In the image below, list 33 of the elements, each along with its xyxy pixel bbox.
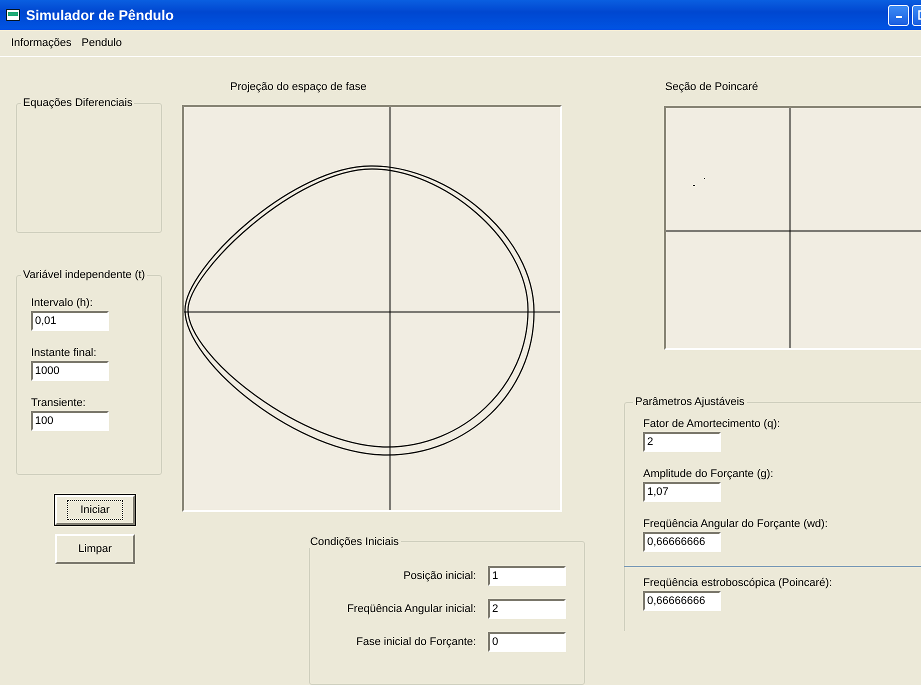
field-label: Amplitude do Forçante (g): [643,468,774,480]
text-field[interactable]: 0,01 [31,311,109,331]
field-label: Fase inicial do Forçante: [356,636,476,648]
group-label: Condições Iniciais [309,536,400,548]
window-icon [6,9,20,21]
field-label: Instante final: [31,347,98,359]
text-field[interactable]: 2 [488,598,566,619]
window-title: Simulador de Pêndulo [26,7,175,23]
group-label: Variável independente (t) [22,269,146,281]
text-field[interactable]: 1 [488,566,566,586]
plot-title: Projeção do espaço de fase [230,81,368,95]
minimize-button[interactable] [888,4,909,26]
field-label: Transiente: [31,397,87,409]
field-label: Freqüência Angular inicial: [347,602,476,615]
text-field[interactable]: 2 [643,432,722,452]
field-label: Freqüência estroboscópica (Poincaré): [643,577,834,589]
plot-title: Seção de Poincaré [665,81,760,95]
field-label: Posição inicial: [403,570,476,582]
text-field[interactable]: 0,66666666 [643,532,722,552]
field-label: Fator de Amortecimento (q): [643,418,782,430]
action-button[interactable]: Limpar [55,534,135,564]
action-button[interactable]: Iniciar [55,495,135,525]
text-field[interactable]: 1,07 [643,482,722,502]
group-label: Parâmetros Ajustáveis [634,396,746,408]
field-label: Intervalo (h): [31,297,94,309]
field-label: Freqüência Angular do Forçante (wd): [643,518,829,530]
text-field[interactable]: 0 [488,632,566,652]
menu-item[interactable]: Informações [6,37,77,49]
text-field[interactable]: 100 [31,411,109,431]
group-label: Equações Diferenciais [22,97,134,109]
menu-item[interactable]: Pendulo [76,37,127,49]
text-field[interactable]: 1000 [31,361,109,381]
text-field[interactable]: 0,66666666 [643,591,722,611]
